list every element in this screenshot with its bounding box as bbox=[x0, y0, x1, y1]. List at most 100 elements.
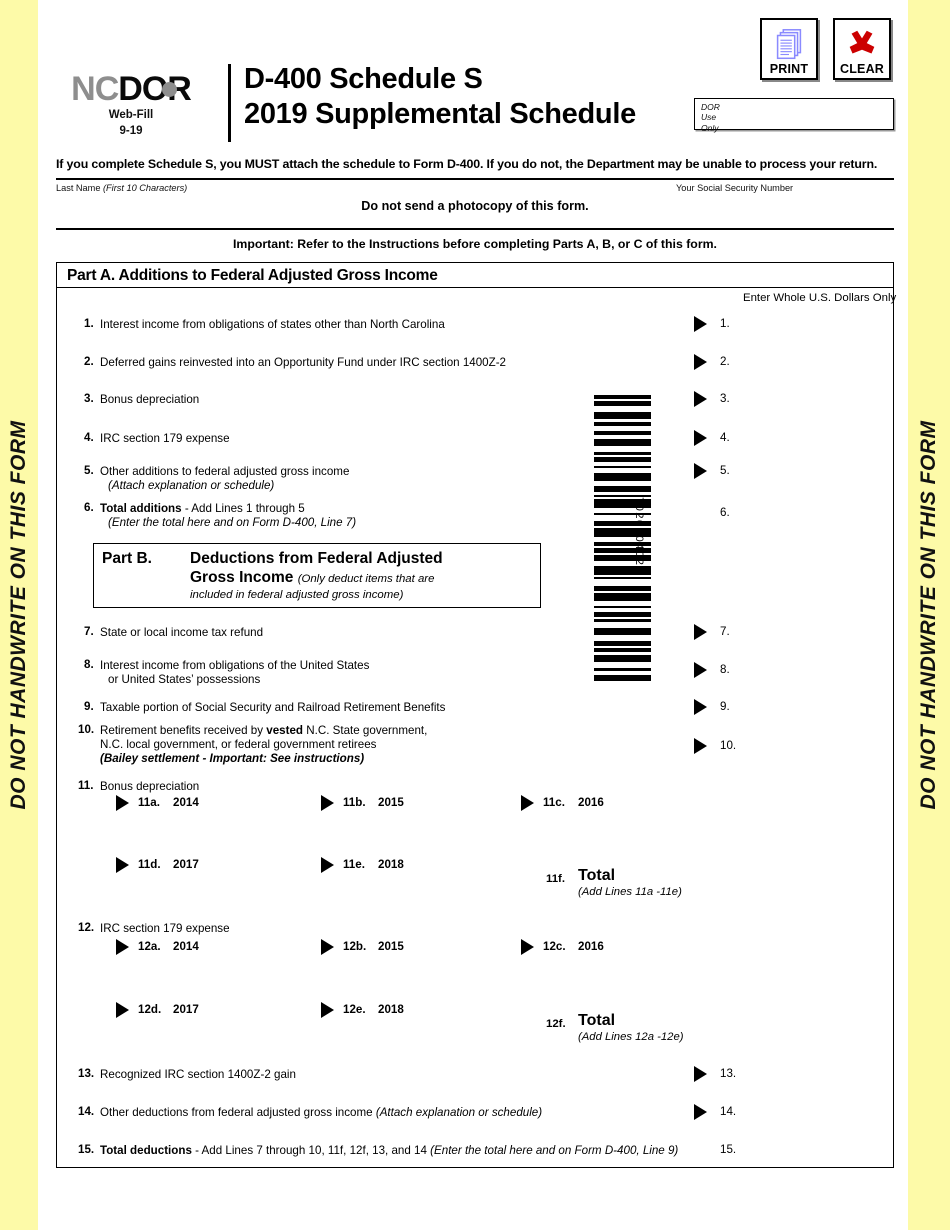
line-15-text: Total deductions - Add Lines 7 through 1… bbox=[100, 1143, 678, 1158]
line-13-amount-label: 13. bbox=[720, 1067, 737, 1080]
line-11-number: 11. bbox=[78, 779, 94, 792]
part-b-heading-line1: Deductions from Federal Adjusted bbox=[190, 550, 443, 567]
dor-use-only-box: DOR Use Only bbox=[694, 98, 894, 133]
rule-under-attach-notice bbox=[56, 178, 894, 181]
line-5-subtext: (Attach explanation or schedule) bbox=[108, 479, 275, 492]
line-11c-arrow-icon bbox=[521, 795, 534, 811]
line-12b-year: 2015 bbox=[378, 940, 404, 953]
line-11b-id: 11b. bbox=[343, 796, 366, 809]
dor-label-line3: Only bbox=[701, 122, 719, 133]
line-12b-id: 12b. bbox=[343, 940, 367, 953]
line-5-text: Other additions to federal adjusted gros… bbox=[100, 465, 350, 478]
line-11a-year: 2014 bbox=[173, 796, 199, 809]
part-a-title: Part A. Additions to Federal Adjusted Gr… bbox=[67, 267, 438, 284]
line-15-text-main: - Add Lines 7 through 10, 11f, 12f, 13, … bbox=[191, 1144, 431, 1157]
line-10-subtext: N.C. local government, or federal govern… bbox=[100, 738, 377, 751]
line-11f-tag: 11f. bbox=[546, 873, 565, 885]
line-1-arrow-icon bbox=[694, 316, 707, 332]
line-5-number: 5. bbox=[84, 464, 94, 477]
line-7-amount-label: 7. bbox=[720, 625, 730, 638]
form-title-line1: D-400 Schedule S bbox=[244, 63, 483, 95]
line-2-arrow-icon bbox=[694, 354, 707, 370]
line-12b-arrow-icon bbox=[321, 939, 334, 955]
line-7-number: 7. bbox=[84, 625, 94, 638]
line-3-amount-label: 3. bbox=[720, 392, 730, 405]
print-button-label: PRINT bbox=[769, 62, 809, 76]
line-10-number: 10. bbox=[78, 723, 95, 736]
dor-label-line2: Use bbox=[701, 112, 717, 123]
form-title: D-400 Schedule S 2019 Supplemental Sched… bbox=[244, 62, 636, 133]
line-12f-total-sub: (Add Lines 12a -12e) bbox=[578, 1031, 684, 1043]
line-7-arrow-icon bbox=[694, 624, 707, 640]
line-13-number: 13. bbox=[78, 1067, 95, 1080]
line-2-amount-label: 2. bbox=[720, 355, 730, 368]
rule-above-important bbox=[56, 228, 894, 231]
line-11b-year: 2015 bbox=[378, 796, 404, 809]
line-4-number: 4. bbox=[84, 431, 94, 444]
part-a-header-bar: Part A. Additions to Federal Adjusted Gr… bbox=[56, 262, 894, 288]
line-11f-total-word: Total bbox=[578, 867, 616, 884]
line-10-arrow-icon bbox=[694, 738, 707, 754]
line-14-arrow-icon bbox=[694, 1104, 707, 1120]
line-4-text: IRC section 179 expense bbox=[100, 432, 230, 445]
line-12e-arrow-icon bbox=[321, 1002, 334, 1018]
part-b-label: Part B. bbox=[102, 550, 152, 567]
line-8-text: Interest income from obligations of the … bbox=[100, 659, 370, 672]
line-11a-arrow-icon bbox=[116, 795, 129, 811]
line-12a-id: 12a. bbox=[138, 940, 161, 953]
ncdor-logo-wordmark: NCDOR bbox=[71, 70, 192, 108]
line-8-arrow-icon bbox=[694, 662, 707, 678]
line-12c-id: 12c. bbox=[543, 940, 566, 953]
line-6-amount-label: 6. bbox=[720, 506, 730, 519]
line-12d-id: 12d. bbox=[138, 1003, 162, 1016]
line-12d-arrow-icon bbox=[116, 1002, 129, 1018]
left-margin-warning-text: DO NOT HANDWRITE ON THIS FORM bbox=[7, 420, 30, 810]
line-2-number: 2. bbox=[84, 355, 94, 368]
line-6-text-bold: Total additions bbox=[100, 502, 182, 515]
line-12f-tag: 12f. bbox=[546, 1018, 566, 1030]
line-11c-year: 2016 bbox=[578, 796, 604, 809]
clear-button[interactable]: CLEAR bbox=[833, 18, 891, 80]
line-3-text: Bonus depreciation bbox=[100, 393, 200, 406]
right-margin-warning-text: DO NOT HANDWRITE ON THIS FORM bbox=[917, 420, 940, 810]
red-x-icon bbox=[849, 30, 875, 54]
line-11e-arrow-icon bbox=[321, 857, 334, 873]
line-15-amount-label: 15. bbox=[720, 1143, 737, 1156]
line-11e-year: 2018 bbox=[378, 858, 404, 871]
line-10-bailey-note: (Bailey settlement - Important: See inst… bbox=[100, 752, 365, 765]
line-11-title: Bonus depreciation bbox=[100, 780, 200, 793]
line-9-arrow-icon bbox=[694, 699, 707, 715]
line-6-number: 6. bbox=[84, 501, 94, 514]
part-b-note-line2: included in federal adjusted gross incom… bbox=[190, 589, 404, 601]
form-sheet: NCDOR Web-Fill 9-19 D-400 Schedule S 201… bbox=[38, 0, 908, 1230]
line-12-number: 12. bbox=[78, 921, 95, 934]
line-11f-total-sub: (Add Lines 11a -11e) bbox=[578, 886, 682, 898]
line-11e-id: 11e. bbox=[343, 858, 365, 871]
enter-whole-dollars-label: Enter Whole U.S. Dollars Only bbox=[743, 292, 897, 304]
line-12e-id: 12e. bbox=[343, 1003, 366, 1016]
last-name-hint-text: (First 10 Characters) bbox=[103, 183, 188, 193]
line-3-arrow-icon bbox=[694, 391, 707, 407]
header-divider-rule bbox=[228, 64, 231, 142]
line-4-arrow-icon bbox=[694, 430, 707, 446]
line-1-number: 1. bbox=[84, 317, 94, 330]
line-6-subtext: (Enter the total here and on Form D-400,… bbox=[108, 516, 357, 529]
logo-nc-text: NC bbox=[71, 70, 119, 108]
line-11d-year: 2017 bbox=[173, 858, 199, 871]
clear-button-label: CLEAR bbox=[839, 62, 885, 76]
line-7-text: State or local income tax refund bbox=[100, 626, 264, 639]
line-14-text-main: Other deductions from federal adjusted g… bbox=[100, 1106, 376, 1119]
ssn-label: Your Social Security Number bbox=[676, 183, 794, 193]
line-11b-arrow-icon bbox=[321, 795, 334, 811]
line-15-text-italic: (Enter the total here and on Form D-400,… bbox=[430, 1144, 679, 1157]
line-2-text: Deferred gains reinvested into an Opport… bbox=[100, 356, 507, 369]
print-button[interactable]: PRINT bbox=[760, 18, 818, 80]
line-11d-id: 11d. bbox=[138, 858, 161, 871]
attach-notice-text: If you complete Schedule S, you MUST att… bbox=[56, 157, 878, 171]
line-11c-id: 11c. bbox=[543, 796, 565, 809]
line-9-number: 9. bbox=[84, 700, 94, 713]
right-margin-strip: DO NOT HANDWRITE ON THIS FORM bbox=[908, 0, 950, 1230]
line-8-amount-label: 8. bbox=[720, 663, 730, 676]
photocopy-notice-text: Do not send a photocopy of this form. bbox=[361, 199, 589, 213]
print-pages-icon bbox=[776, 29, 802, 60]
